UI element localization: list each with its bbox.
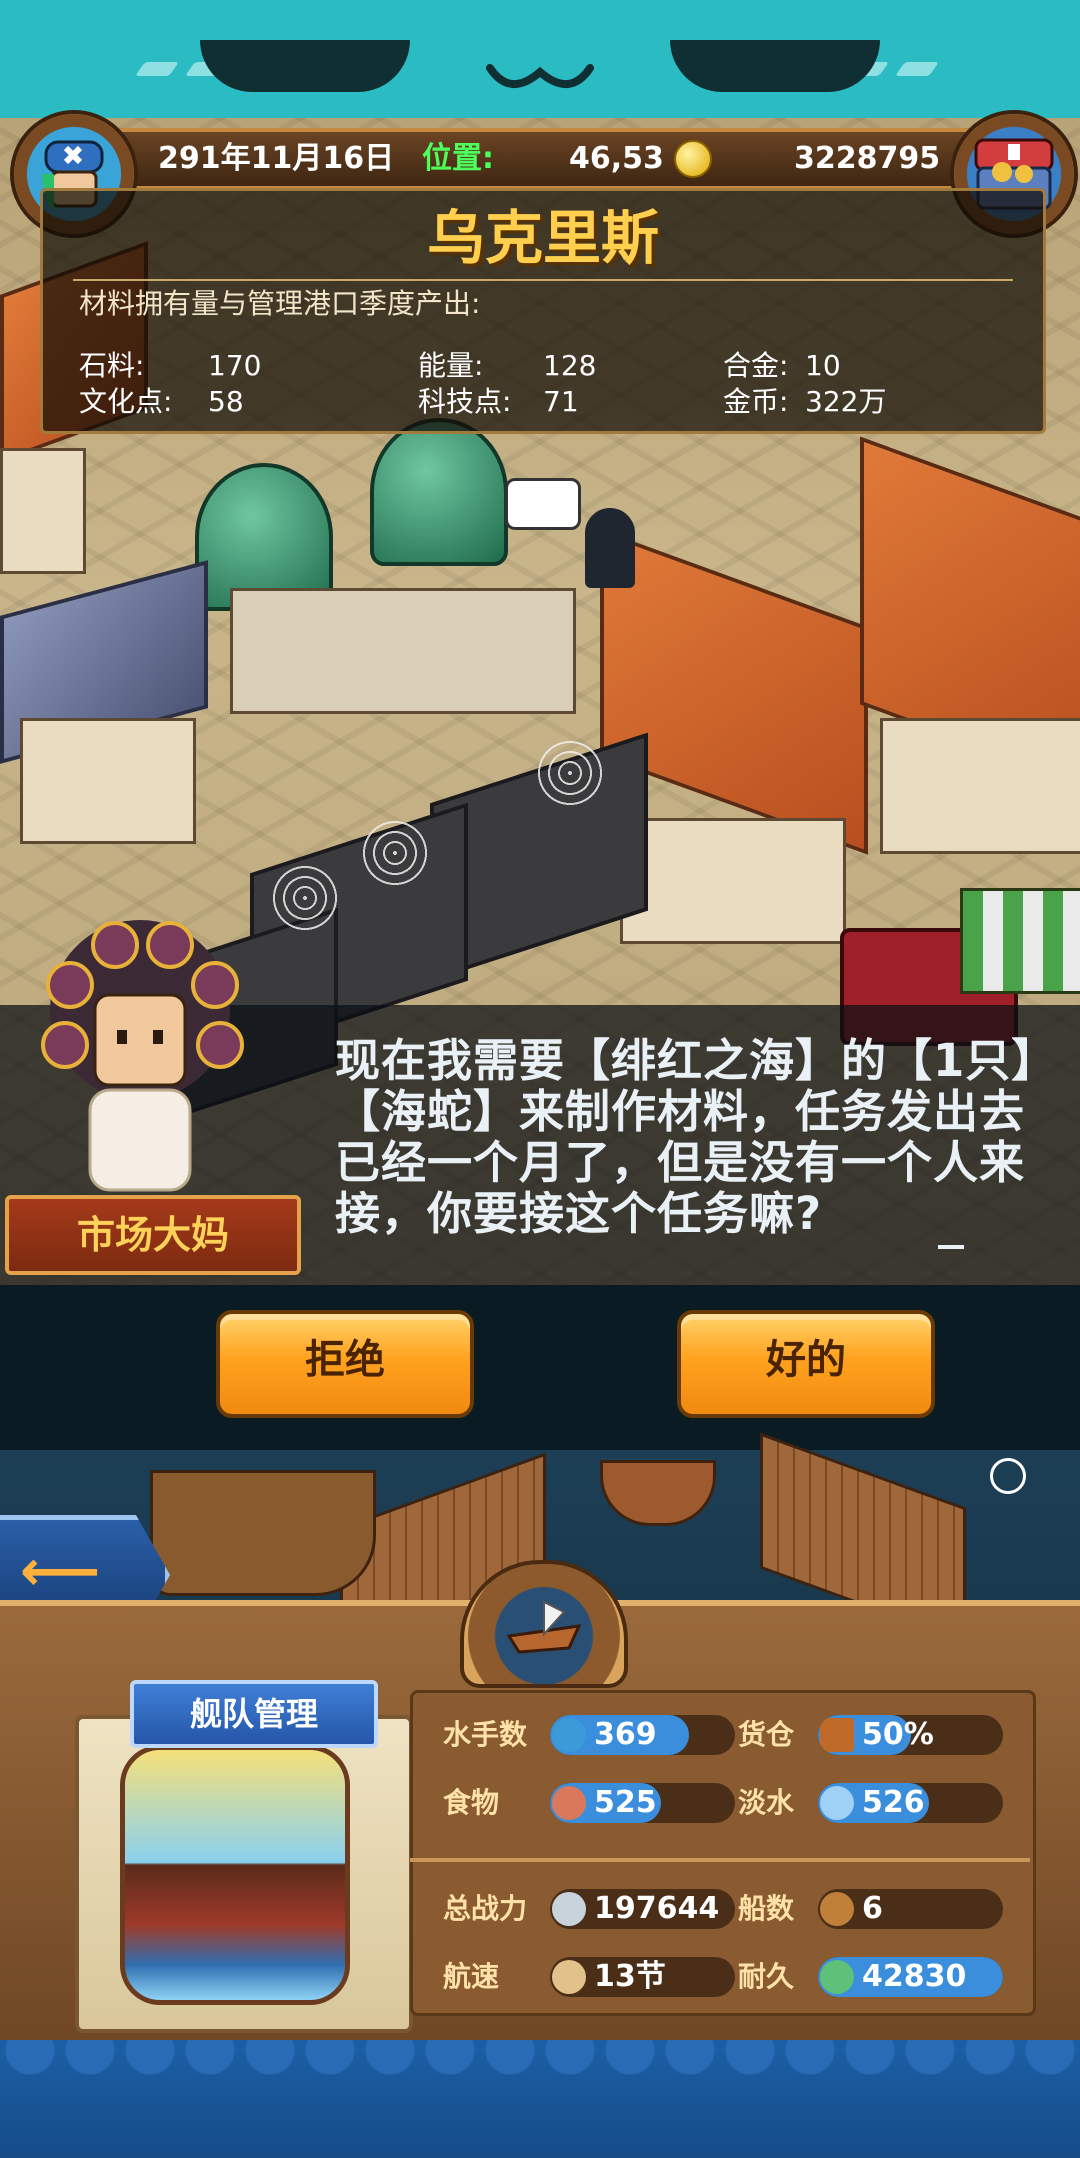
anchor-icon[interactable] xyxy=(990,1458,1026,1494)
stat-value-ships: 6 xyxy=(862,1891,883,1926)
orange-house-wall xyxy=(620,818,846,944)
sailor-icon xyxy=(552,1718,586,1752)
gold-output-value: 322万 xyxy=(805,385,887,418)
tech-label: 科技点: xyxy=(418,385,512,418)
gold-label: 金币: xyxy=(723,385,789,418)
stat-water: 526 xyxy=(818,1783,1003,1823)
market-lady-portrait-icon xyxy=(41,920,244,1192)
port-info-panel: 乌克里斯 材料拥有量与管理港口季度产出: 石料: 170 能量: 128 合金:… xyxy=(40,188,1046,434)
stone-value: 170 xyxy=(208,349,262,382)
banner-eye-right xyxy=(670,40,880,92)
top-banner xyxy=(0,0,1080,125)
tech-value: 71 xyxy=(543,385,579,418)
continue-indicator-icon xyxy=(938,1245,964,1249)
stat-speed: 13节 xyxy=(550,1957,735,1997)
stat-label-power: 总战力 xyxy=(443,1892,528,1925)
swords-icon xyxy=(552,1892,586,1926)
energy-label: 能量: xyxy=(418,349,484,382)
stat-value-food: 525 xyxy=(594,1785,657,1820)
stat-cargo: 50% xyxy=(818,1715,1003,1755)
slate-house-wall xyxy=(20,718,196,844)
decline-button[interactable]: 拒绝 xyxy=(216,1310,474,1418)
port-name: 乌克里斯 xyxy=(426,204,659,272)
stone-label: 石料: xyxy=(79,349,145,382)
banner-eye-left xyxy=(200,40,410,92)
dome-right xyxy=(370,418,508,566)
stat-value-power: 197644 xyxy=(594,1891,720,1926)
ship-hull xyxy=(150,1470,376,1596)
rowboat xyxy=(600,1460,716,1526)
fleet-emblem[interactable] xyxy=(460,1560,628,1688)
stat-durability: 42830 xyxy=(818,1957,1003,1997)
stat-label-cargo: 货仓 xyxy=(738,1718,795,1751)
rowboat-icon xyxy=(506,1600,582,1654)
date-label: 291年11月16日 xyxy=(158,141,395,176)
flagship-portrait[interactable] xyxy=(120,1745,350,2005)
energy-value: 128 xyxy=(543,349,597,382)
stat-label-water: 淡水 xyxy=(738,1786,795,1819)
bottom-wave xyxy=(0,2040,1080,2158)
back-arrow-icon: ⟵ xyxy=(20,1539,101,1604)
stat-sailors: 369 xyxy=(550,1715,735,1755)
gold-value: 3228795 xyxy=(794,141,941,176)
hooded-npc[interactable] xyxy=(585,508,635,588)
materials-title: 材料拥有量与管理港口季度产出: xyxy=(79,287,481,320)
stat-value-speed: 13节 xyxy=(594,1959,666,1994)
accept-button[interactable]: 好的 xyxy=(677,1310,935,1418)
alloy-label: 合金: xyxy=(723,349,789,382)
sail-icon xyxy=(552,1960,586,1994)
culture-label: 文化点: xyxy=(79,385,173,418)
stat-power: 197644 xyxy=(550,1889,735,1929)
hud-bar: 291年11月16日 位置: 46,53 3228795 xyxy=(110,128,978,190)
house-wall xyxy=(0,448,86,574)
culture-value: 58 xyxy=(208,385,244,418)
produce-stall xyxy=(960,888,1080,994)
stat-value-water: 526 xyxy=(862,1785,925,1820)
stat-value-sailors: 369 xyxy=(594,1717,657,1752)
stat-label-durability: 耐久 xyxy=(738,1960,795,1993)
position-value: 46,53 xyxy=(569,141,664,176)
divider xyxy=(73,279,1013,281)
cargo-icon xyxy=(820,1718,854,1752)
banner-stripe xyxy=(895,62,939,76)
stats-divider xyxy=(410,1858,1030,1862)
banner-mouth xyxy=(486,64,594,89)
dialog-text: 现在我需要【绯红之海】的【1只】【海蛇】来制作材料，任务发出去已经一个月了，但是… xyxy=(335,1034,1035,1240)
banner-stripe xyxy=(135,62,179,76)
durability-icon xyxy=(820,1960,854,1994)
stat-label-ships: 船数 xyxy=(738,1892,795,1925)
stat-label-speed: 航速 xyxy=(443,1960,500,1993)
stat-ships: 6 xyxy=(818,1889,1003,1929)
spider-web xyxy=(535,738,605,808)
temple-wall xyxy=(230,588,576,714)
stat-label-sailors: 水手数 xyxy=(443,1718,528,1751)
water-icon xyxy=(820,1786,854,1820)
meat-icon xyxy=(552,1786,586,1820)
stat-value-durability: 42830 xyxy=(862,1959,967,1994)
gold-coin-icon xyxy=(674,140,712,178)
stat-food: 525 xyxy=(550,1783,735,1823)
stat-label-food: 食物 xyxy=(443,1786,500,1819)
fleet-title: 舰队管理 xyxy=(130,1680,378,1748)
ship-icon xyxy=(820,1892,854,1926)
spider-web xyxy=(270,863,340,933)
npc-name: 市场大妈 xyxy=(5,1195,301,1275)
npc-speech-bubble[interactable] xyxy=(505,478,581,530)
stat-value-cargo: 50% xyxy=(862,1717,934,1752)
right-house-wall xyxy=(880,718,1080,854)
spider-web xyxy=(360,818,430,888)
npc-portrait xyxy=(25,915,255,1195)
position-label: 位置: xyxy=(422,141,494,176)
alloy-value: 10 xyxy=(805,349,841,382)
